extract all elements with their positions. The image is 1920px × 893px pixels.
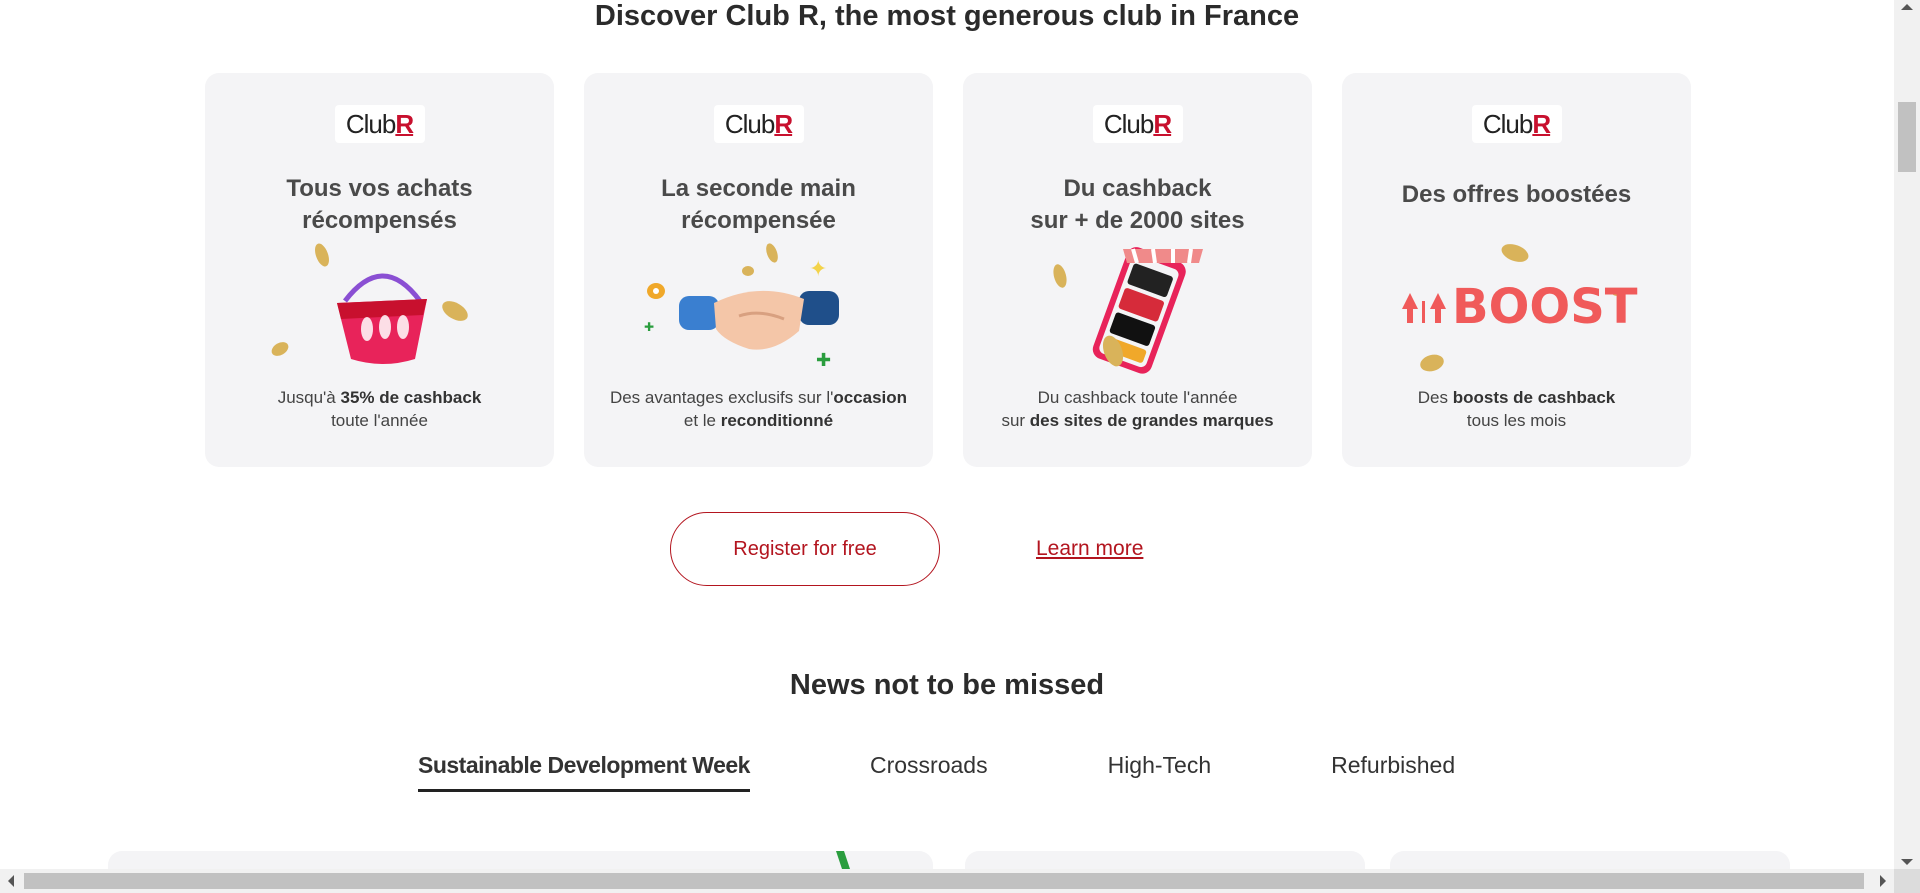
club-benefit-cards: Club R Tous vos achats récompensés Jusqu'…: [205, 73, 1691, 467]
scroll-left-arrow-icon[interactable]: [8, 875, 14, 887]
logo-r-text: R: [1532, 108, 1551, 139]
register-button[interactable]: Register for free: [670, 512, 940, 586]
scroll-down-arrow-icon[interactable]: [1901, 859, 1913, 865]
scrollbar-corner: [1894, 869, 1920, 893]
boost-word: BOOST: [1452, 279, 1638, 335]
tab-sustainable-development-week[interactable]: Sustainable Development Week: [418, 752, 750, 792]
benefit-card-purchases: Club R Tous vos achats récompensés Jusqu'…: [205, 73, 554, 467]
logo-club-text: Club: [345, 108, 396, 139]
tab-crossroads[interactable]: Crossroads: [870, 752, 988, 792]
logo-club-text: Club: [724, 108, 775, 139]
learn-more-link[interactable]: Learn more: [1036, 537, 1143, 561]
svg-text:✚: ✚: [816, 350, 831, 371]
club-r-logo: Club R: [334, 105, 425, 143]
boost-icon: BOOST: [1401, 244, 1638, 372]
basket-icon: [271, 243, 468, 364]
svg-text:✚: ✚: [644, 320, 654, 334]
horizontal-scrollbar[interactable]: [0, 869, 1894, 893]
horizontal-scroll-thumb[interactable]: [24, 873, 1864, 889]
svg-text:✦: ✦: [809, 257, 827, 282]
card-description: Jusqu'à 35% de cashback toute l'année: [277, 388, 482, 430]
club-r-logo: Club R: [713, 105, 804, 143]
phone-shop-icon: [1052, 247, 1203, 374]
benefit-card-cashback-sites: Club R Du cashback sur + de 2000 sites D…: [963, 73, 1312, 467]
club-r-logo: Club R: [1092, 105, 1183, 143]
tab-high-tech[interactable]: High-Tech: [1108, 752, 1212, 792]
logo-club-text: Club: [1103, 108, 1154, 139]
leaf-icon: [836, 851, 850, 869]
handshake-icon: ✦ ✚ ✚: [644, 243, 839, 371]
logo-club-text: Club: [1482, 108, 1533, 139]
logo-r-text: R: [1153, 108, 1172, 139]
tab-refurbished[interactable]: Refurbished: [1331, 752, 1455, 792]
page-viewport: Discover Club R, the most generous club …: [0, 0, 1894, 869]
club-cta-row: Register for free Learn more: [670, 512, 1143, 586]
news-card[interactable]: [965, 851, 1365, 869]
card-description: Des avantages exclusifs sur l'occasion e…: [609, 388, 908, 430]
club-r-logo: Club R: [1471, 105, 1562, 143]
card-heading: Tous vos achats récompensés: [286, 175, 473, 234]
news-section-title: News not to be missed: [789, 669, 1105, 701]
news-card[interactable]: [108, 851, 933, 869]
card-heading: Du cashback sur + de 2000 sites: [1030, 175, 1245, 234]
scroll-right-arrow-icon[interactable]: [1880, 875, 1886, 887]
logo-r-text: R: [395, 108, 414, 139]
benefit-card-boosted-offers: Club R Des offres boostées BOOST Des boos…: [1342, 73, 1691, 467]
vertical-scroll-thumb[interactable]: [1898, 102, 1916, 172]
card-heading: La seconde main récompensée: [661, 175, 856, 234]
card-description: Des boosts de cashback tous les mois: [1417, 388, 1616, 430]
news-tabs: Sustainable Development Week Crossroads …: [418, 752, 1455, 792]
news-card[interactable]: [1390, 851, 1790, 869]
club-section-title: Discover Club R, the most generous club …: [594, 0, 1300, 32]
vertical-scrollbar[interactable]: [1894, 0, 1920, 869]
benefit-card-second-hand: Club R La seconde main récompensée ✦ ✚ ✚ …: [584, 73, 933, 467]
logo-r-text: R: [774, 108, 793, 139]
card-description: Du cashback toute l'année sur des sites …: [1001, 388, 1274, 430]
scroll-up-arrow-icon[interactable]: [1901, 4, 1913, 10]
card-heading: Des offres boostées: [1401, 181, 1632, 208]
